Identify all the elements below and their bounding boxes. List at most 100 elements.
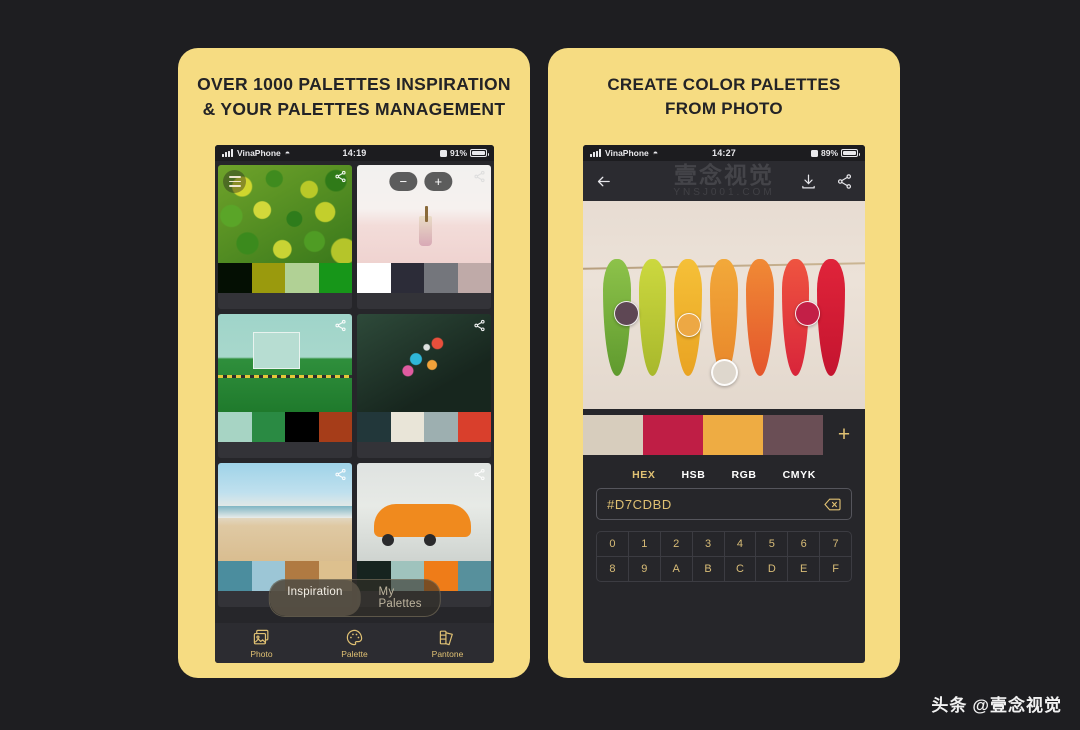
swatch bbox=[390, 412, 424, 442]
swatch bbox=[457, 263, 491, 293]
keypad-row-1: 0 1 2 3 4 5 6 7 bbox=[597, 532, 851, 557]
toggle-my-palettes[interactable]: My Palettes bbox=[361, 580, 440, 616]
toggle-inspiration[interactable]: Inspiration bbox=[269, 580, 361, 616]
tile-strip-house bbox=[218, 412, 352, 442]
swatch bbox=[251, 412, 285, 442]
share-icon[interactable] bbox=[334, 319, 347, 332]
tile-strip-hands bbox=[357, 412, 491, 442]
battery-icon bbox=[841, 149, 860, 157]
share-icon[interactable] bbox=[473, 319, 486, 332]
share-icon[interactable] bbox=[334, 170, 347, 183]
source-photo[interactable] bbox=[583, 201, 865, 409]
tile-footer bbox=[218, 442, 352, 458]
key-c[interactable]: C bbox=[725, 557, 757, 581]
extracted-palette: + bbox=[583, 409, 865, 461]
swatch bbox=[357, 412, 391, 442]
palette-tile-house[interactable] bbox=[218, 314, 352, 458]
palette-swatch[interactable] bbox=[583, 415, 643, 455]
brand-watermark: 头条 @壹念视觉 bbox=[931, 691, 1062, 716]
key-6[interactable]: 6 bbox=[788, 532, 821, 556]
battery-icon bbox=[470, 149, 489, 157]
left-card-title-line2: & YOUR PALETTES MANAGEMENT bbox=[202, 98, 506, 119]
tile-photo-car bbox=[357, 463, 491, 561]
hex-keypad: 0 1 2 3 4 5 6 7 8 9 A B C D E F bbox=[596, 531, 852, 582]
status-time: 14:27 bbox=[711, 148, 737, 158]
swatch bbox=[218, 561, 252, 591]
right-card-title-line1: CREATE COLOR PALETTES bbox=[607, 75, 841, 94]
key-f[interactable]: F bbox=[820, 557, 851, 581]
swatch bbox=[318, 263, 352, 293]
key-d[interactable]: D bbox=[756, 557, 789, 581]
key-7[interactable]: 7 bbox=[820, 532, 851, 556]
key-e[interactable]: E bbox=[788, 557, 821, 581]
swatch bbox=[424, 412, 458, 442]
swatch bbox=[218, 412, 252, 442]
key-8[interactable]: 8 bbox=[597, 557, 629, 581]
plus-button[interactable]: + bbox=[424, 172, 453, 191]
tab-rgb[interactable]: RGB bbox=[731, 469, 756, 481]
key-0[interactable]: 0 bbox=[597, 532, 629, 556]
menu-icon[interactable] bbox=[223, 170, 246, 193]
color-format-tabs: HEX HSB RGB CMYK bbox=[583, 461, 865, 488]
hex-input-value: #D7CDBD bbox=[607, 496, 672, 512]
tile-photo-beach bbox=[218, 463, 352, 561]
right-phone-screen: VinaPhone ◓ 14:27 89% 壹念视觉 YNSJ001.COM +… bbox=[583, 145, 865, 663]
zoom-controls: − + bbox=[389, 172, 453, 191]
left-status-bar: VinaPhone ◓ 14:19 91% bbox=[215, 145, 494, 161]
palette-swatch[interactable] bbox=[703, 415, 763, 455]
left-card-title: OVER 1000 PALETTES INSPIRATION & YOUR PA… bbox=[178, 48, 530, 122]
add-swatch-button[interactable]: + bbox=[823, 423, 865, 447]
swatch bbox=[251, 263, 285, 293]
key-4[interactable]: 4 bbox=[725, 532, 757, 556]
palette-swatch[interactable] bbox=[763, 415, 823, 455]
palette-tile-drink[interactable]: − + bbox=[357, 165, 491, 309]
backspace-icon[interactable] bbox=[824, 498, 841, 511]
bottom-tab-bar: Photo Palette Pantone bbox=[215, 623, 494, 663]
leaf bbox=[745, 259, 774, 376]
key-a[interactable]: A bbox=[661, 557, 693, 581]
tab-hsb[interactable]: HSB bbox=[681, 469, 705, 481]
brand-prefix: 头条 bbox=[931, 696, 968, 715]
key-3[interactable]: 3 bbox=[693, 532, 725, 556]
tile-strip-drink bbox=[357, 263, 491, 293]
swatch bbox=[285, 263, 319, 293]
tab-hex[interactable]: HEX bbox=[632, 469, 655, 481]
status-time: 14:19 bbox=[342, 148, 367, 158]
palette-tile-hands[interactable] bbox=[357, 314, 491, 458]
picker-cream[interactable] bbox=[711, 359, 739, 387]
key-2[interactable]: 2 bbox=[661, 532, 693, 556]
pantone-fan-icon bbox=[401, 628, 494, 647]
tab-cmyk[interactable]: CMYK bbox=[783, 469, 816, 481]
share-icon[interactable] bbox=[473, 468, 486, 481]
leaf bbox=[817, 259, 846, 376]
key-b[interactable]: B bbox=[693, 557, 725, 581]
swatch bbox=[218, 263, 252, 293]
share-icon[interactable] bbox=[836, 173, 853, 190]
tab-palette[interactable]: Palette bbox=[308, 628, 401, 659]
key-1[interactable]: 1 bbox=[629, 532, 661, 556]
hex-input[interactable]: #D7CDBD bbox=[596, 488, 852, 520]
swatch bbox=[357, 263, 391, 293]
tile-photo-limes bbox=[218, 165, 352, 263]
download-icon[interactable] bbox=[800, 173, 817, 190]
share-icon[interactable] bbox=[473, 170, 486, 183]
screenshot-root: OVER 1000 PALETTES INSPIRATION & YOUR PA… bbox=[0, 0, 1080, 730]
share-icon[interactable] bbox=[334, 468, 347, 481]
keypad-row-2: 8 9 A B C D E F bbox=[597, 557, 851, 581]
right-promo-card: CREATE COLOR PALETTES FROM PHOTO VinaPho… bbox=[548, 48, 900, 678]
picker-crimson[interactable] bbox=[794, 300, 820, 326]
header-actions bbox=[800, 173, 853, 190]
back-arrow-icon[interactable] bbox=[595, 173, 612, 190]
picker-plum[interactable] bbox=[614, 300, 640, 326]
palette-swatch[interactable] bbox=[643, 415, 703, 455]
tile-photo-hands bbox=[357, 314, 491, 412]
minus-button[interactable]: − bbox=[389, 172, 418, 191]
view-mode-toggle[interactable]: Inspiration My Palettes bbox=[268, 579, 441, 617]
palette-tile-limes[interactable] bbox=[218, 165, 352, 309]
tab-pantone[interactable]: Pantone bbox=[401, 628, 494, 659]
photo-stack-icon bbox=[215, 628, 308, 647]
key-5[interactable]: 5 bbox=[756, 532, 789, 556]
tab-photo-label: Photo bbox=[250, 648, 273, 659]
tab-photo[interactable]: Photo bbox=[215, 628, 308, 659]
key-9[interactable]: 9 bbox=[629, 557, 661, 581]
